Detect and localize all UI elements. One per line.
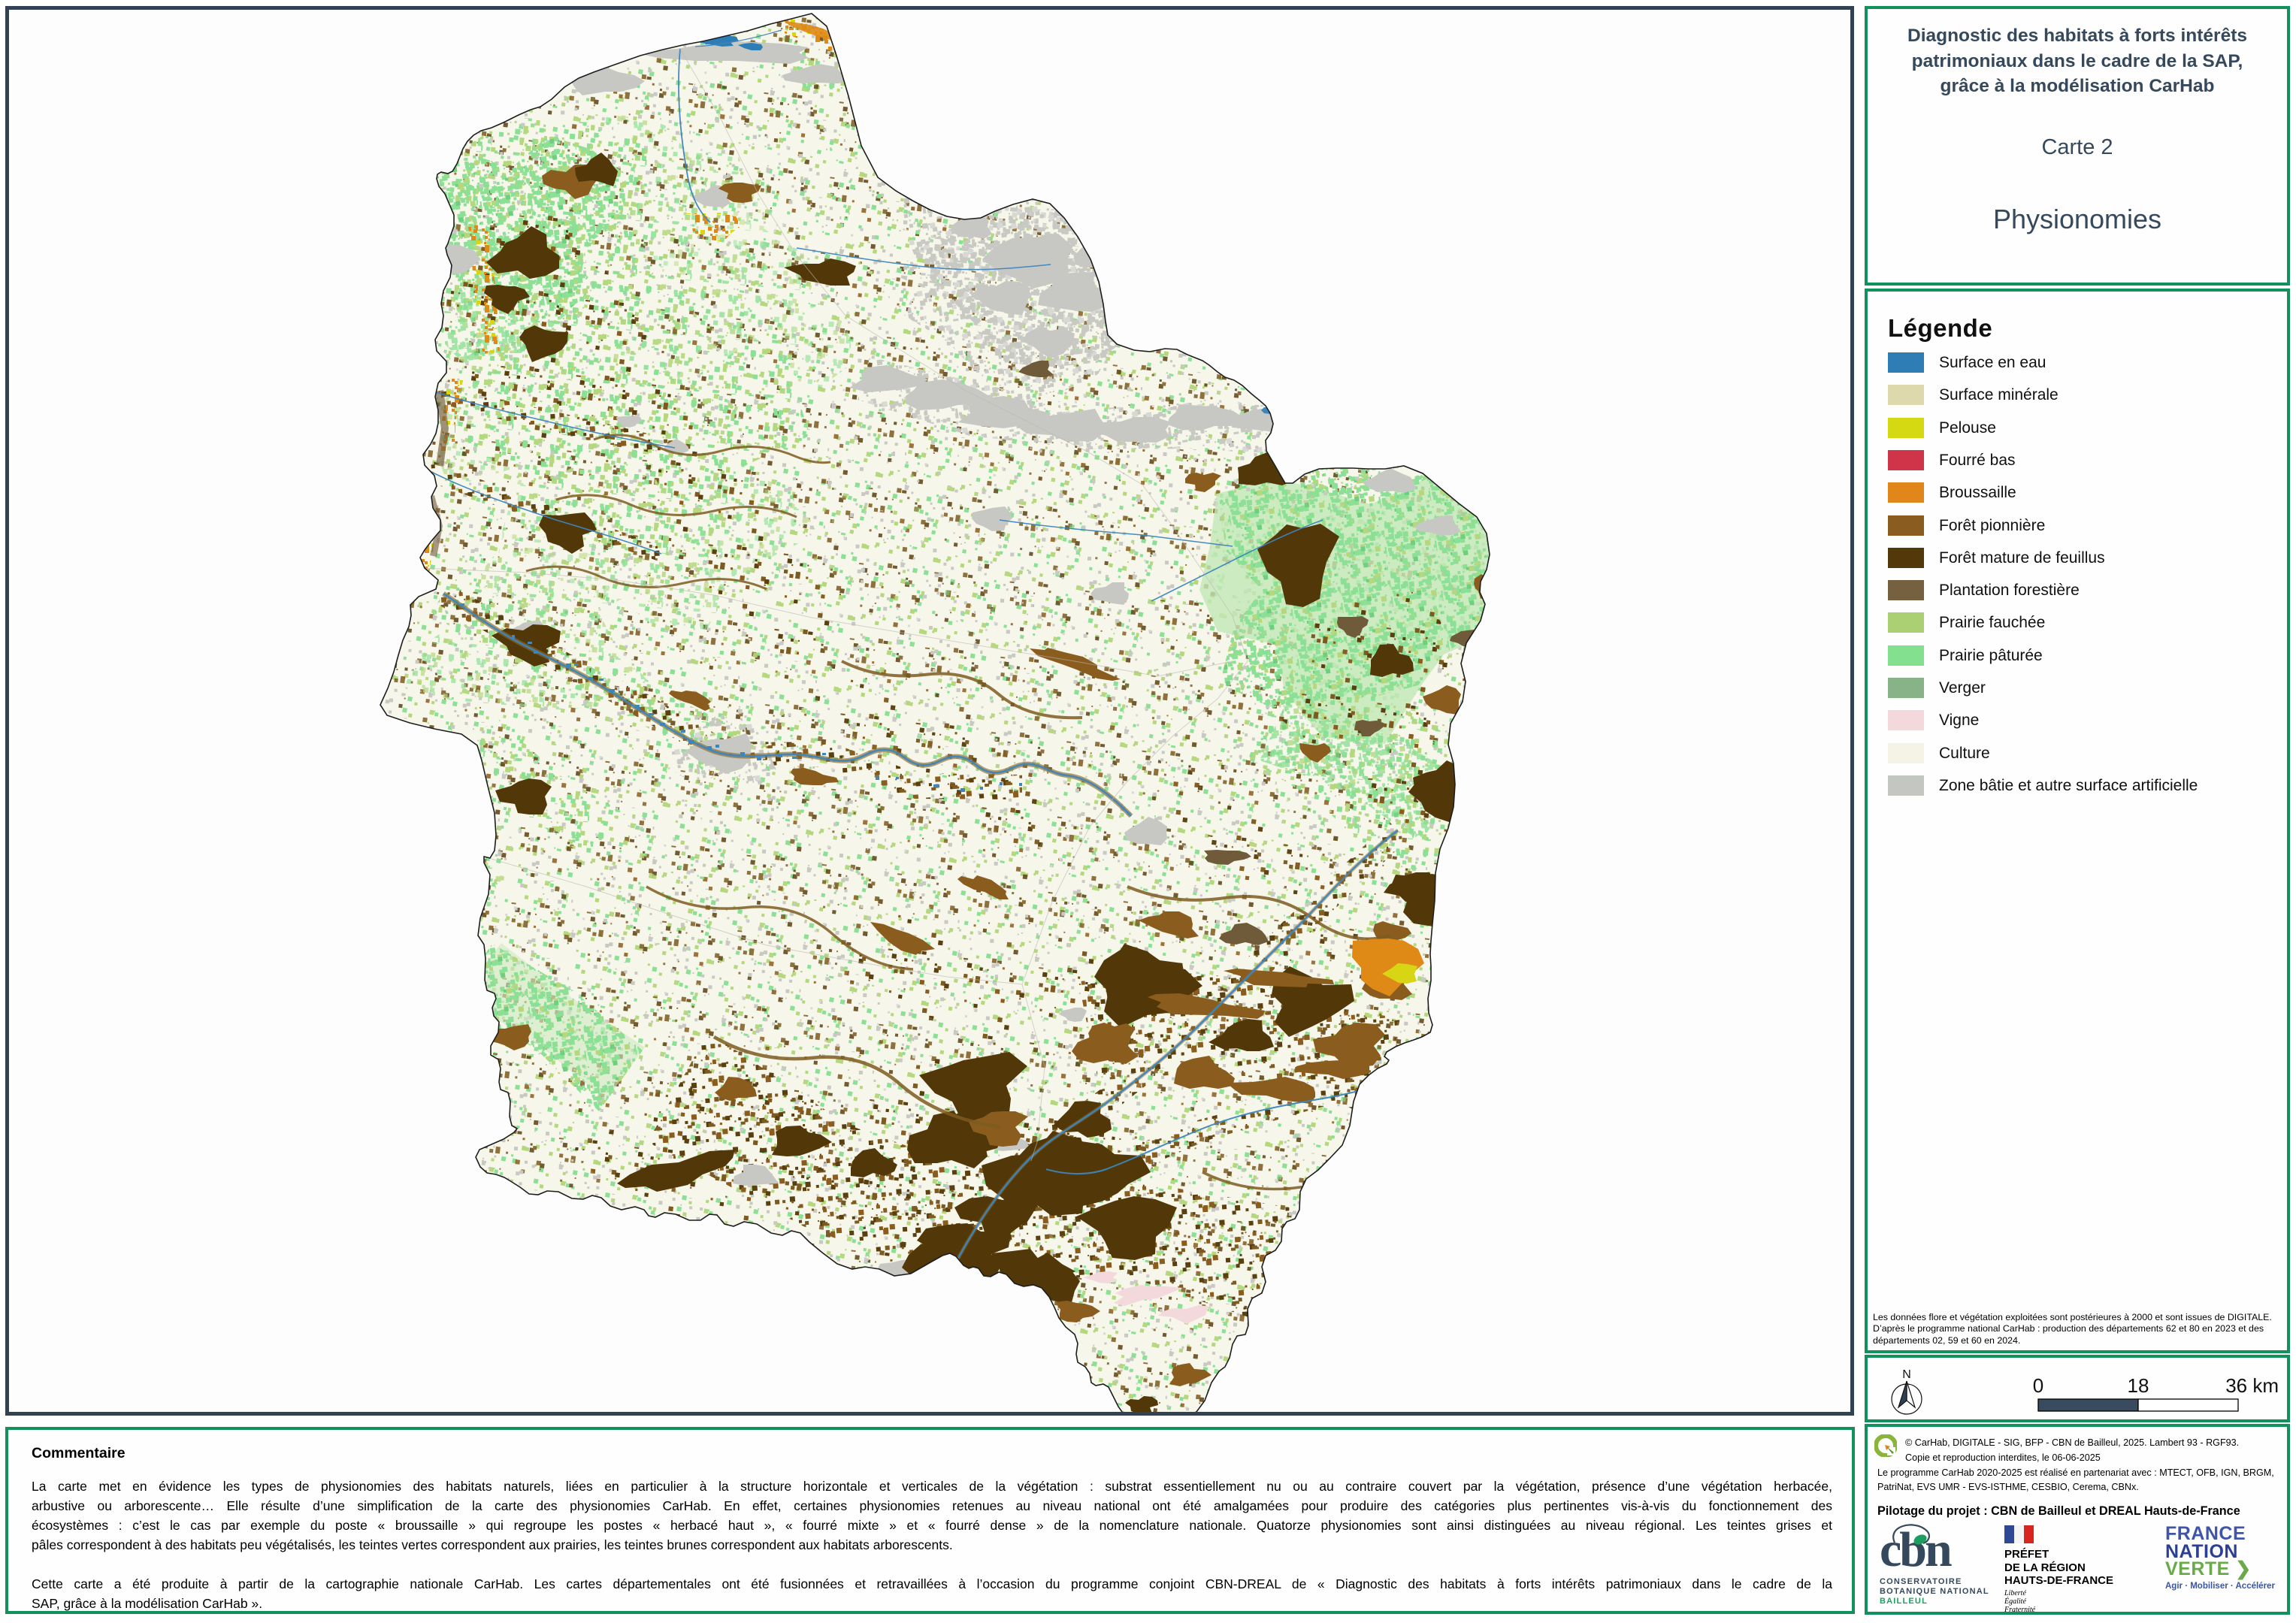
svg-text:0: 0 (2033, 1374, 2043, 1397)
svg-text:N: N (1902, 1368, 1911, 1381)
svg-text:cbn: cbn (1880, 1523, 1952, 1573)
svg-text:18: 18 (2128, 1374, 2149, 1397)
svg-text:36 km: 36 km (2225, 1374, 2279, 1397)
